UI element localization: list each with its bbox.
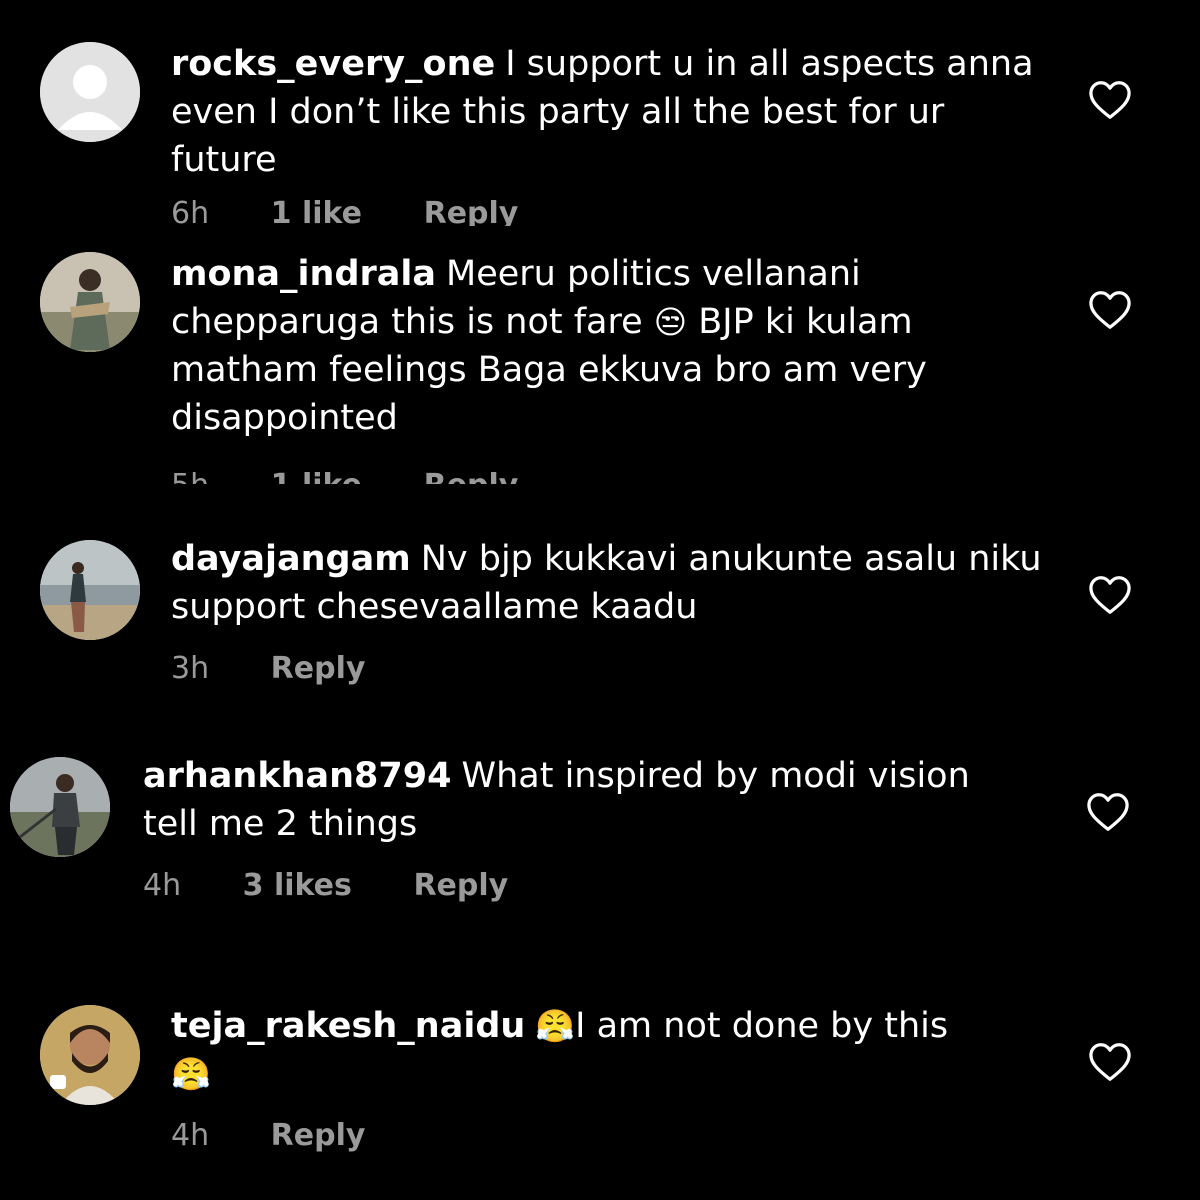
- face-with-steam-emoji: 😤: [171, 1055, 211, 1093]
- user-photo: [10, 757, 110, 857]
- likes-count[interactable]: 3 likes: [243, 868, 352, 903]
- avatar[interactable]: [40, 540, 140, 640]
- timestamp: 3h: [171, 651, 210, 686]
- avatar[interactable]: [40, 1005, 140, 1105]
- comment-text: mona_indrala Meeru politics vellanani che…: [171, 250, 1051, 442]
- default-user-avatar: [40, 42, 140, 142]
- like-button[interactable]: [1088, 1042, 1132, 1082]
- username[interactable]: mona_indrala: [171, 254, 436, 294]
- unamused-face-emoji: 😒: [653, 303, 688, 341]
- heart-outline-icon: [1089, 1043, 1131, 1081]
- comment-meta: 4h Reply: [171, 1118, 1051, 1158]
- username[interactable]: dayajangam: [171, 539, 411, 579]
- comment-meta: 5h 1 like Reply: [171, 468, 1051, 484]
- avatar[interactable]: [40, 252, 140, 352]
- comment-text: teja_rakesh_naidu 😤I am not done by this 😤: [171, 1002, 1051, 1098]
- like-button[interactable]: [1088, 290, 1132, 330]
- like-button[interactable]: [1086, 792, 1130, 832]
- heart-outline-icon: [1089, 291, 1131, 329]
- timestamp: 4h: [171, 1118, 210, 1153]
- reply-button[interactable]: Reply: [271, 651, 366, 686]
- user-photo: [40, 252, 140, 352]
- comment-meta: 6h 1 like Reply: [171, 196, 1051, 226]
- username[interactable]: teja_rakesh_naidu: [171, 1006, 525, 1046]
- timestamp: 4h: [143, 868, 182, 903]
- like-button[interactable]: [1088, 80, 1132, 120]
- timestamp: 5h: [171, 468, 209, 484]
- timestamp: 6h: [171, 196, 210, 226]
- likes-count[interactable]: 1 like: [271, 196, 362, 226]
- heart-outline-icon: [1089, 576, 1131, 614]
- heart-outline-icon: [1087, 793, 1129, 831]
- face-with-steam-emoji: 😤: [535, 1007, 576, 1045]
- reply-button[interactable]: Reply: [271, 1118, 366, 1153]
- comment-meta: 4h 3 likes Reply: [143, 868, 1023, 908]
- comment-text: dayajangam Nv bjp kukkavi anukunte asalu …: [171, 535, 1051, 631]
- likes-count[interactable]: 1 like: [271, 468, 362, 484]
- like-button[interactable]: [1088, 575, 1132, 615]
- user-photo: [40, 1005, 140, 1105]
- username[interactable]: arhankhan8794: [143, 756, 451, 796]
- comment-meta: 3h Reply: [171, 651, 1051, 691]
- reply-button[interactable]: Reply: [424, 468, 519, 484]
- avatar[interactable]: [10, 757, 110, 857]
- username[interactable]: rocks_every_one: [171, 44, 495, 84]
- avatar[interactable]: [40, 42, 140, 142]
- heart-outline-icon: [1089, 81, 1131, 119]
- user-photo: [40, 540, 140, 640]
- reply-button[interactable]: Reply: [413, 868, 508, 903]
- reply-button[interactable]: Reply: [424, 196, 519, 226]
- comment-text: rocks_every_one I support u in all aspect…: [171, 40, 1051, 184]
- comment-text: arhankhan8794 What inspired by modi visio…: [143, 752, 1023, 848]
- comment-body: I am not done by this: [575, 1006, 949, 1046]
